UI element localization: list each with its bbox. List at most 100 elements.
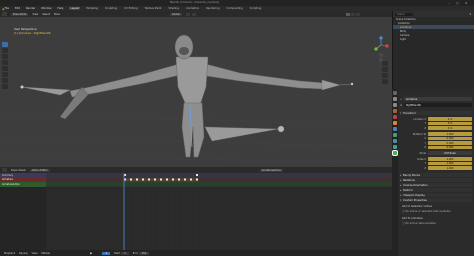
action-name-field[interactable]: ArmatureAction [259, 168, 284, 172]
dopesheet-mode-select[interactable]: Action Editor [29, 168, 50, 172]
keying-menu[interactable]: Keying [19, 252, 27, 255]
minimize-icon[interactable]: – [448, 1, 450, 5]
custom-properties-section[interactable]: ▾ Custom Properties [400, 198, 472, 202]
playback-menu[interactable]: Playback [4, 252, 15, 255]
3d-viewport[interactable]: User Perspective (1) Armature : RightHan… [0, 17, 392, 167]
output-tab-icon[interactable] [393, 103, 397, 107]
proportional-edit-icon[interactable] [191, 12, 196, 16]
zoom-icon[interactable] [382, 61, 388, 66]
menu-pose[interactable]: Pose [54, 13, 60, 16]
bone-name-field[interactable]: RightHandIK [404, 103, 472, 107]
dopesheet-area[interactable] [46, 173, 392, 250]
tab-layout[interactable]: Layout [69, 7, 81, 10]
tab-shading[interactable]: Shading [167, 7, 180, 10]
snap-icon[interactable] [185, 12, 190, 16]
bendy-bones-section[interactable]: ▸ Bendy Bones [400, 173, 472, 177]
render-tab-icon[interactable] [393, 97, 397, 101]
mode-select[interactable]: Pose Mode [11, 12, 29, 16]
menu-help[interactable]: Help [57, 7, 63, 10]
rotate-tool-icon[interactable] [2, 60, 8, 65]
menu-select[interactable]: Select [42, 13, 50, 16]
deform-section[interactable]: ▸ Deform [400, 188, 472, 192]
relations-section[interactable]: ▸ Relations [400, 178, 472, 182]
tab-sculpting[interactable]: Sculpting [104, 7, 118, 10]
editor-type-icon[interactable] [2, 12, 7, 16]
viewport-display-section[interactable]: ▸ Viewport Display [400, 193, 472, 197]
view-menu[interactable]: View [32, 252, 38, 255]
outliner-search[interactable]: Search [395, 12, 413, 16]
rotation-y-field[interactable]: 0.000 [428, 141, 472, 145]
menu-render[interactable]: Render [26, 7, 35, 10]
world-tab-icon[interactable] [393, 115, 397, 119]
marker-menu[interactable]: Marker [42, 252, 51, 255]
end-frame-field[interactable]: 250 [138, 251, 150, 255]
start-frame-field[interactable]: 1 [121, 251, 129, 255]
outliner: Search ▾ Scene Collection Collection Arm… [392, 11, 474, 89]
measure-tool-icon[interactable] [2, 84, 8, 89]
bone-tab-icon[interactable] [392, 150, 398, 156]
editor-select[interactable]: Dope Sheet [11, 169, 26, 172]
location-x-field[interactable]: 0 m [428, 117, 472, 121]
tab-compositing[interactable]: Compositing [225, 7, 243, 10]
cursor-tool-icon[interactable] [2, 48, 8, 53]
tab-texture-paint[interactable]: Texture Paint [144, 7, 163, 10]
constraints-tab-icon[interactable] [393, 139, 397, 143]
tab-modeling[interactable]: Modeling [85, 7, 99, 10]
scale-y-field[interactable]: 1.000 [428, 161, 472, 166]
ortho-toggle-icon[interactable] [382, 79, 388, 84]
location-z-field[interactable]: 0 m [428, 126, 472, 130]
scene-tab-icon[interactable] [393, 109, 397, 113]
object-name-field[interactable]: Armature [404, 97, 472, 101]
no-data-message: ⓘ No active or selected data available [402, 209, 472, 214]
select-tool-icon[interactable] [2, 42, 8, 47]
rotation-x-field[interactable]: 0.000 [428, 136, 472, 141]
location-x-row: Location X 0 m [400, 117, 472, 121]
scale-tool-icon[interactable] [2, 66, 8, 71]
viewport-nav-tools [382, 61, 388, 84]
rotation-mode-select[interactable]: XYZ Euler [428, 151, 472, 155]
menu-file[interactable]: File [5, 7, 9, 10]
scale-z-row: Z 1.000 [400, 166, 472, 170]
pan-icon[interactable] [382, 67, 388, 72]
location-y-field[interactable]: 0 m [428, 121, 472, 126]
end-label: End [132, 251, 138, 255]
character-right-arm [197, 61, 326, 90]
transform-orientation[interactable]: Global [169, 12, 182, 16]
rotation-w-field[interactable]: 1.000 [428, 132, 472, 136]
channel-action[interactable]: ArmatureAction [0, 182, 46, 187]
shading-rendered-icon[interactable] [355, 12, 360, 16]
transform-section-title: Transform [403, 111, 416, 115]
tab-uv-editing[interactable]: UV Editing [123, 7, 139, 10]
rotation-z-field[interactable]: 0.000 [428, 145, 472, 150]
filter-icon[interactable]: ▾ [469, 12, 471, 16]
object-tab-icon[interactable] [393, 121, 397, 125]
menu-window[interactable]: Window [41, 7, 51, 10]
menu-view[interactable]: View [32, 13, 38, 16]
navigation-gizmo[interactable] [372, 36, 390, 62]
physics-tab-icon[interactable] [393, 133, 397, 137]
shading-solid-icon[interactable] [345, 12, 350, 16]
tool-tab-icon[interactable] [393, 91, 397, 95]
dopesheet-editor-icon[interactable] [2, 168, 7, 172]
transform-tool-icon[interactable] [2, 72, 8, 77]
close-icon[interactable]: ✕ [465, 1, 468, 5]
transform-section[interactable]: ▾ Transform [400, 111, 472, 115]
move-tool-icon[interactable] [2, 54, 8, 59]
maximize-icon[interactable]: □ [456, 1, 459, 5]
modifier-tab-icon[interactable] [393, 127, 397, 131]
data-tab-icon[interactable] [393, 145, 397, 149]
outliner-row[interactable]: Light [393, 37, 474, 41]
annotate-tool-icon[interactable] [2, 78, 8, 83]
menu-edit[interactable]: Edit [15, 7, 20, 10]
tab-animation[interactable]: Animation [185, 7, 200, 10]
scale-z-field[interactable]: 1.000 [428, 166, 472, 170]
current-frame-field[interactable]: 1 [102, 251, 111, 255]
tab-rendering[interactable]: Rendering [205, 7, 220, 10]
play-button[interactable]: ▶ [90, 251, 92, 255]
camera-view-icon[interactable] [382, 73, 388, 78]
timeline-footer: Playback Keying View Marker ▶ 1 Start 1 … [0, 250, 392, 256]
ik-section[interactable]: ▸ Inverse Kinematics [400, 183, 472, 187]
shading-material-icon[interactable] [350, 12, 355, 16]
scale-x-field[interactable]: 1.000 [428, 157, 472, 161]
tab-scripting[interactable]: Scripting [249, 7, 263, 10]
